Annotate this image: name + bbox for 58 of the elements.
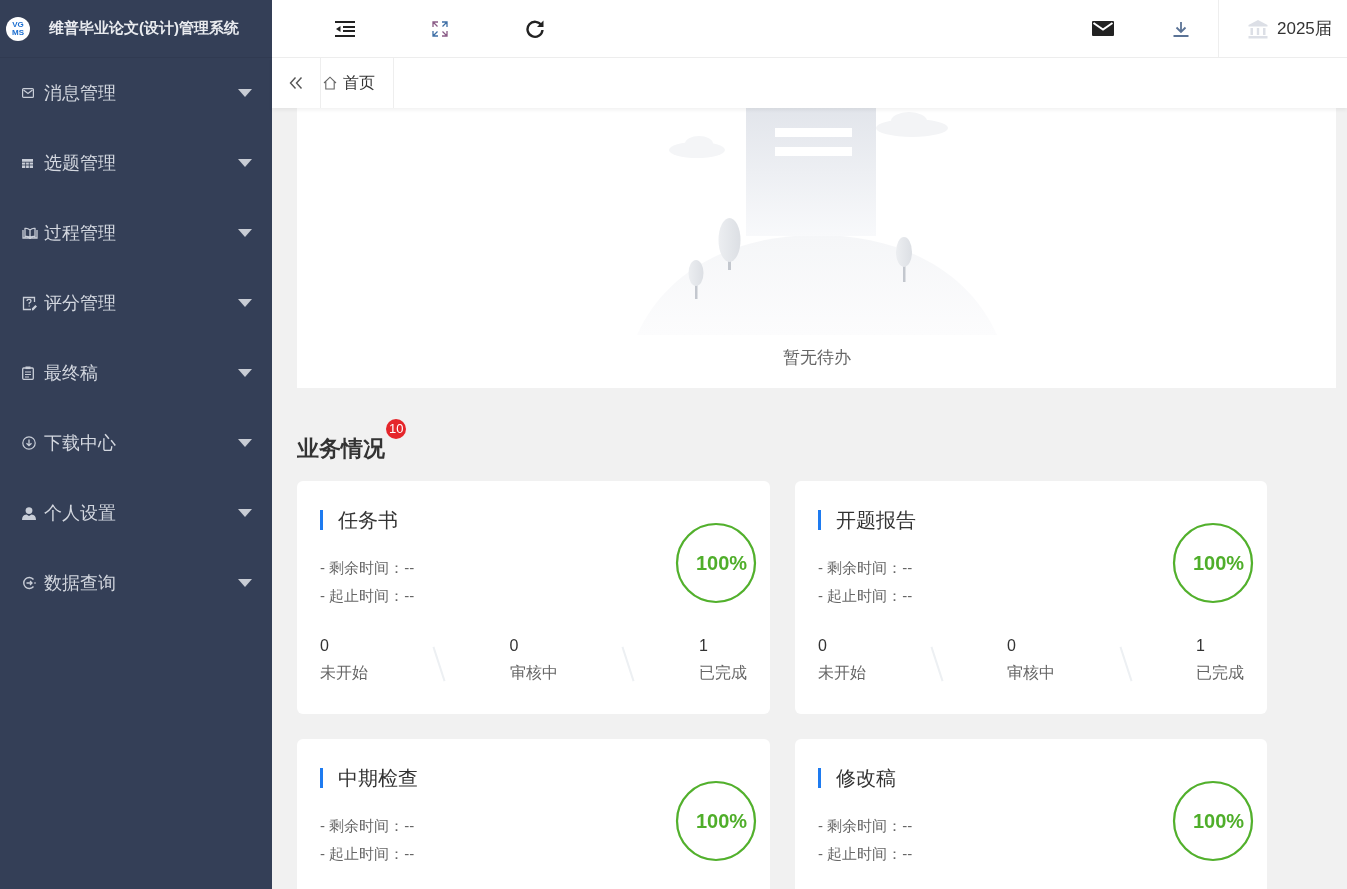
home-icon — [323, 76, 337, 90]
outdent-icon — [334, 20, 355, 37]
double-chevron-left-icon — [289, 77, 303, 89]
stat-value: 1 — [699, 636, 708, 656]
stat-label: 审核中 — [1007, 663, 1055, 683]
sidebar-item[interactable]: 最终稿 — [0, 338, 272, 408]
section-title: 业务情况 — [297, 436, 385, 461]
stat-value: 0 — [509, 636, 519, 656]
progress-percent: 100% — [696, 809, 748, 834]
time-info-text: - 剩余时间：-- — [320, 816, 416, 836]
refresh-icon — [524, 18, 545, 39]
sidebar-item[interactable]: 评分管理 — [0, 268, 272, 338]
sidebar-item[interactable]: 数据查询 — [0, 548, 272, 618]
progress-percent: 100% — [1193, 551, 1245, 576]
stat-label: 未开始 — [320, 663, 368, 683]
bank-icon — [1248, 18, 1268, 39]
card-title: 修改稿 — [818, 768, 896, 788]
card-title: 开题报告 — [818, 510, 916, 530]
stat-label: 已完成 — [1196, 663, 1244, 683]
year-selector[interactable]: 2025届 — [1218, 0, 1347, 57]
stat-value: 0 — [818, 636, 827, 656]
stat-value: 0 — [1007, 636, 1016, 656]
stat-label: 审核中 — [509, 663, 558, 683]
stat-value: 0 — [320, 636, 329, 656]
download-icon — [1172, 20, 1189, 37]
sidebar-item[interactable]: 个人设置 — [0, 478, 272, 548]
time-info-text: - 起止时间：-- — [818, 586, 914, 606]
mail-icon — [1092, 21, 1114, 36]
arrow-circle-icon — [22, 576, 36, 590]
progress-percent: 100% — [1193, 809, 1245, 834]
edit-note-icon — [22, 295, 37, 311]
stat-value: 1 — [1196, 636, 1205, 656]
sidebar-item[interactable]: 消息管理 — [0, 58, 272, 128]
book-icon — [22, 227, 38, 239]
fullscreen-icon — [431, 20, 448, 37]
sidebar-item[interactable]: 过程管理 — [0, 198, 272, 268]
sidebar-item[interactable]: 下载中心 — [0, 408, 272, 478]
notification-badge: 10 — [386, 419, 407, 439]
time-info-text: - 剩余时间：-- — [320, 558, 415, 578]
stat-label: 已完成 — [699, 663, 747, 683]
time-info-text: - 起止时间：-- — [320, 844, 416, 864]
empty-message: 暂无待办 — [782, 347, 851, 369]
grid-icon — [22, 158, 33, 168]
clipboard-icon — [22, 366, 34, 380]
card-title: 任务书 — [320, 510, 398, 530]
time-info-text: - 剩余时间：-- — [818, 816, 913, 836]
time-info-text: - 起止时间：-- — [320, 586, 415, 606]
app-logo: VG MS — [6, 16, 30, 41]
download-icon — [22, 436, 36, 450]
user-icon — [22, 506, 36, 520]
stat-label: 未开始 — [818, 663, 866, 683]
time-info-text: - 起止时间：-- — [818, 844, 913, 864]
mail-icon — [22, 88, 34, 98]
time-info-text: - 剩余时间：-- — [818, 558, 914, 578]
sidebar-item[interactable]: 选题管理 — [0, 128, 272, 198]
progress-percent: 100% — [696, 551, 748, 576]
app-title: 维普毕业论文(设计)管理系统 — [49, 18, 239, 39]
card-title: 中期检查 — [320, 768, 418, 788]
